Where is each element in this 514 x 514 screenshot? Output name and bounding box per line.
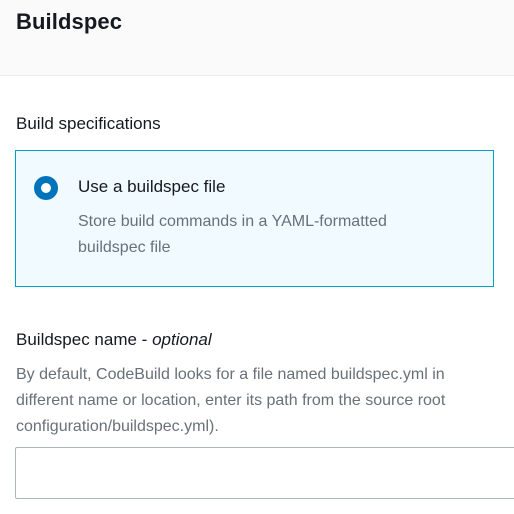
buildspec-description-line-2: different name or location, enter its pa… [16,392,446,409]
build-specifications-label: Build specifications [16,114,161,133]
buildspec-page: Buildspec Build specifications Use a bui… [0,0,514,514]
buildspec-name-description: By default, CodeBuild looks for a file n… [16,362,514,440]
option-description-line-1: Store build commands in a YAML-formatted [78,213,387,230]
radio-selected-icon[interactable] [34,176,58,200]
section-header: Buildspec [0,0,514,76]
buildspec-description-line-1: By default, CodeBuild looks for a file n… [16,366,445,383]
buildspec-name-input[interactable] [15,447,514,499]
buildspec-name-label-text: Buildspec name - [16,330,153,349]
section-title: Buildspec [16,9,123,34]
use-buildspec-file-option[interactable]: Use a buildspec file Store build command… [15,150,494,287]
option-title: Use a buildspec file [78,177,226,196]
buildspec-description-line-3: configuration/buildspec.yml). [16,418,219,435]
radio-dot [41,183,51,193]
option-description-line-2: buildspec file [78,239,171,256]
buildspec-name-label: Buildspec name - optional [16,330,212,350]
option-description: Store build commands in a YAML-formatted… [78,209,478,261]
optional-tag: optional [152,330,212,349]
